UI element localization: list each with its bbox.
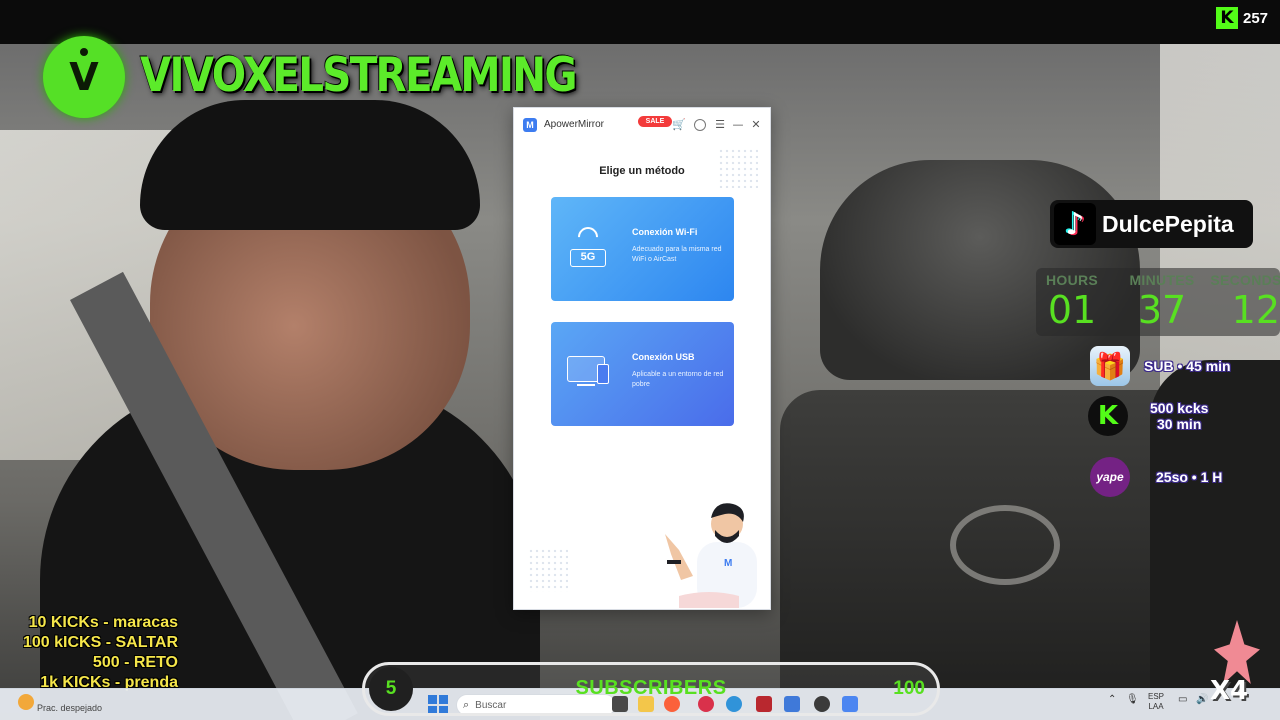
volume-icon[interactable]: 🔊 — [1196, 694, 1208, 705]
tiktok-user-tag: ♪ DulcePepita — [1050, 200, 1253, 248]
viewer-count: 257 — [1243, 9, 1269, 27]
starfish-icon — [1214, 620, 1260, 684]
multiplier-label: X4 — [1210, 676, 1249, 706]
user-icon[interactable] — [694, 119, 706, 131]
tiktok-icon: ♪ — [1054, 203, 1096, 245]
subscribers-goal: 100 — [893, 678, 925, 699]
usb-title: Conexión USB — [632, 352, 695, 362]
channel-name: VIVOXELSTREAMING — [140, 48, 578, 103]
wifi-icon: 5G — [565, 222, 625, 275]
timer-minutes: MINUTES 37 — [1129, 272, 1195, 332]
network-icon[interactable]: ▭ — [1178, 694, 1187, 705]
timer-seconds: SECONDS 12 — [1210, 272, 1280, 332]
decorative-dots — [528, 548, 568, 592]
cart-icon[interactable]: 🛒 — [672, 118, 686, 132]
language-indicator[interactable]: ESP LAA — [1148, 692, 1164, 712]
weather-condition: Prac. despejado — [37, 703, 103, 713]
page-heading: Elige un método — [599, 165, 685, 177]
usb-devices-icon — [565, 348, 625, 400]
car-brand-emblem — [950, 505, 1060, 585]
usb-connection-button[interactable]: Conexión USB Aplicable a un entorno de r… — [551, 322, 734, 426]
close-icon[interactable]: ✕ — [749, 118, 763, 132]
yape-icon: yape — [1090, 457, 1130, 497]
kicks-menu: 10 KICKs - maracas 100 kICKS - SALTAR 50… — [0, 613, 178, 693]
gift-icon: 🎁 — [1090, 346, 1130, 386]
reward-kicks: K 500 kcks 30 min — [1088, 396, 1208, 436]
tiktok-username: DulcePepita — [1102, 210, 1234, 237]
apowermirror-window: M ApowerMirror SALE 🛒 ☰ — ✕ Elige un mét… — [513, 107, 771, 610]
apowermirror-logo-icon: M — [523, 118, 537, 132]
window-title: ApowerMirror — [544, 119, 605, 130]
kicks-item: 500 - RETO — [92, 654, 178, 671]
channel-logo: V — [43, 36, 125, 118]
wifi-description: Adecuado para la misma red WiFi o AirCas… — [632, 246, 722, 263]
reward-sub: 🎁 SUB • 45 min — [1090, 346, 1231, 386]
wifi-title: Conexión Wi-Fi — [632, 227, 698, 237]
minimize-icon[interactable]: — — [731, 118, 745, 132]
kicks-item: 100 kICKS - SALTAR — [23, 634, 178, 651]
kick-icon: K — [1216, 7, 1238, 29]
subscribers-label: SUBSCRIBERS — [575, 677, 727, 699]
mascot-sticker: X4 — [1204, 620, 1268, 706]
wifi-connection-button[interactable]: 5G Conexión Wi-Fi Adecuado para la misma… — [551, 197, 734, 301]
sun-icon — [18, 694, 34, 710]
weather-widget[interactable] — [18, 694, 34, 710]
svg-text:M: M — [724, 558, 732, 569]
timer-hours: HOURS 01 — [1045, 272, 1099, 332]
microphone-icon[interactable]: 🎙 — [1126, 694, 1139, 705]
kick-icon: K — [1088, 396, 1128, 436]
viewer-counter: K 257 — [1212, 4, 1280, 32]
chevron-up-icon[interactable]: ⌃ — [1108, 694, 1116, 705]
subscribers-goal-bar: 5 SUBSCRIBERS 100 — [362, 662, 940, 716]
window-titlebar[interactable]: M ApowerMirror SALE 🛒 ☰ — ✕ — [514, 108, 770, 142]
usb-description: Aplicable a un entorno de red pobre — [632, 371, 724, 388]
kicks-item: 10 KICKs - maracas — [28, 614, 178, 631]
support-character-illustration: M — [665, 503, 757, 608]
menu-icon[interactable]: ☰ — [713, 118, 727, 132]
reward-yape: yape 25so • 1 H — [1090, 457, 1222, 497]
countdown-timer: HOURS 01 MINUTES 37 SECONDS 12 — [1036, 268, 1280, 336]
sale-badge[interactable]: SALE — [638, 116, 672, 127]
